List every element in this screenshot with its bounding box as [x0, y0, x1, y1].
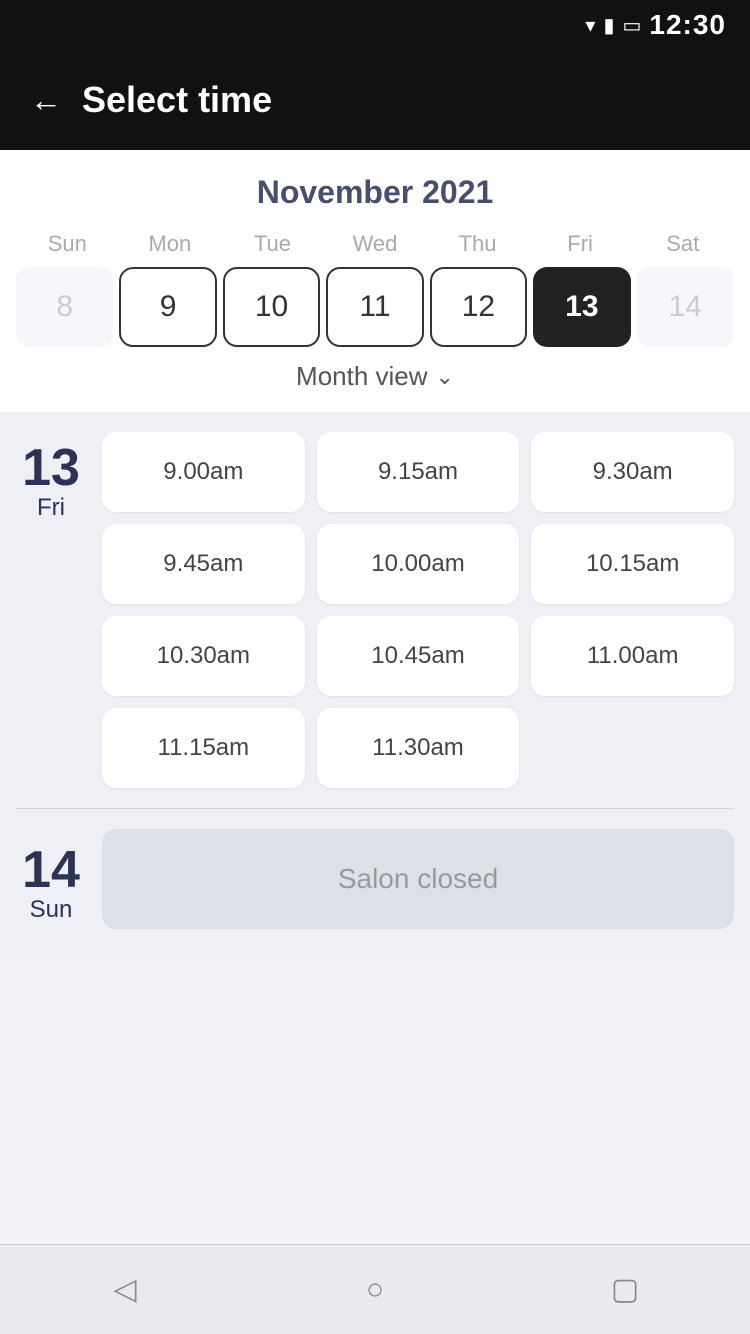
day-13-label: 13 Fri	[16, 432, 86, 788]
weekday-mon: Mon	[119, 231, 222, 257]
time-slot-1100am[interactable]: 11.00am	[531, 616, 734, 696]
day-14-num: 14	[22, 844, 80, 896]
time-slot-945am[interactable]: 9.45am	[102, 524, 305, 604]
day-13-name: Fri	[37, 494, 65, 522]
back-button[interactable]: ←	[30, 84, 62, 116]
month-view-label: Month view	[296, 361, 428, 392]
page-title: Select time	[82, 79, 272, 121]
section-divider	[16, 808, 734, 809]
day-13[interactable]: 13	[533, 267, 630, 347]
day-13-time-grid: 9.00am 9.15am 9.30am 9.45am 10.00am 10.1…	[102, 432, 734, 788]
weekday-sat: Sat	[631, 231, 734, 257]
bottom-nav: ◁ ○ ▢	[0, 1244, 750, 1334]
day-14[interactable]: 14	[637, 267, 734, 347]
battery-icon: ▭	[622, 13, 641, 38]
day-13-block: 13 Fri 9.00am 9.15am 9.30am 9.45am 10.00…	[16, 432, 734, 788]
weekdays-row: Sun Mon Tue Wed Thu Fri Sat	[16, 231, 734, 257]
time-slot-900am[interactable]: 9.00am	[102, 432, 305, 512]
salon-closed-message: Salon closed	[102, 829, 734, 929]
day-11[interactable]: 11	[326, 267, 423, 347]
days-row: 8 9 10 11 12 13 14	[16, 267, 734, 347]
day-10[interactable]: 10	[223, 267, 320, 347]
time-slot-1045am[interactable]: 10.45am	[317, 616, 520, 696]
time-slot-1115am[interactable]: 11.15am	[102, 708, 305, 788]
home-nav-icon: ○	[366, 1273, 384, 1307]
day-9[interactable]: 9	[119, 267, 216, 347]
recent-nav-icon: ▢	[611, 1272, 639, 1307]
day-14-block: 14 Sun Salon closed	[16, 829, 734, 929]
signal-icon: ▮	[603, 13, 614, 38]
header: ← Select time	[0, 50, 750, 150]
weekday-sun: Sun	[16, 231, 119, 257]
nav-recent-button[interactable]: ▢	[600, 1265, 650, 1315]
weekday-thu: Thu	[426, 231, 529, 257]
day-13-num: 13	[22, 442, 80, 494]
day-14-name: Sun	[30, 896, 73, 924]
month-year-title: November 2021	[16, 174, 734, 211]
nav-back-button[interactable]: ◁	[100, 1265, 150, 1315]
time-slot-1130am[interactable]: 11.30am	[317, 708, 520, 788]
weekday-tue: Tue	[221, 231, 324, 257]
calendar-section: November 2021 Sun Mon Tue Wed Thu Fri Sa…	[0, 150, 750, 412]
status-icons: ▾ ▮ ▭ 12:30	[585, 9, 726, 41]
back-nav-icon: ◁	[113, 1272, 136, 1307]
status-bar: ▾ ▮ ▭ 12:30	[0, 0, 750, 50]
month-view-toggle[interactable]: Month view ⌄	[16, 347, 734, 396]
status-time: 12:30	[649, 9, 726, 41]
time-slot-1030am[interactable]: 10.30am	[102, 616, 305, 696]
time-slot-1015am[interactable]: 10.15am	[531, 524, 734, 604]
time-slot-915am[interactable]: 9.15am	[317, 432, 520, 512]
weekday-fri: Fri	[529, 231, 632, 257]
day-14-label: 14 Sun	[16, 834, 86, 924]
weekday-wed: Wed	[324, 231, 427, 257]
time-section: 13 Fri 9.00am 9.15am 9.30am 9.45am 10.00…	[0, 412, 750, 959]
time-slot-930am[interactable]: 9.30am	[531, 432, 734, 512]
day-8[interactable]: 8	[16, 267, 113, 347]
time-slot-1000am[interactable]: 10.00am	[317, 524, 520, 604]
day-12[interactable]: 12	[430, 267, 527, 347]
wifi-icon: ▾	[585, 13, 595, 38]
nav-home-button[interactable]: ○	[350, 1265, 400, 1315]
chevron-down-icon: ⌄	[436, 364, 454, 390]
